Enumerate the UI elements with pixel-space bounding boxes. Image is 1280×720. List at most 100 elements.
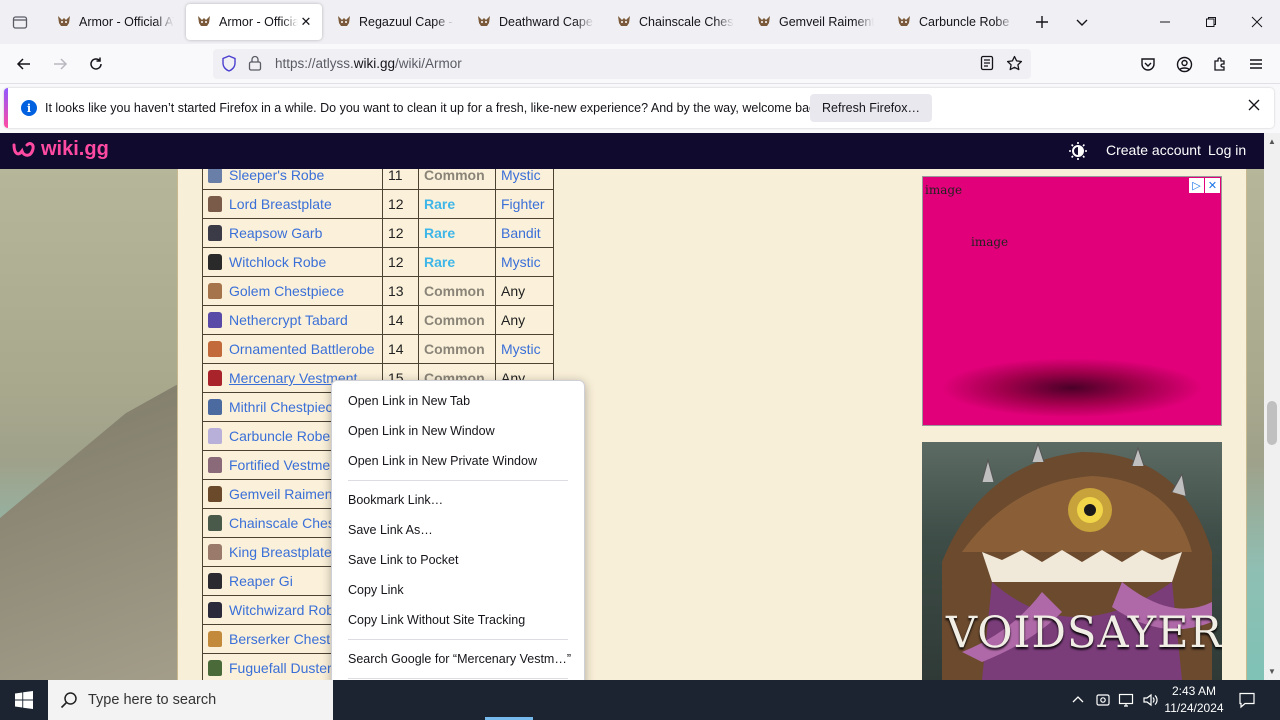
list-all-tabs-icon[interactable] [6, 8, 34, 36]
pocket-icon[interactable] [1133, 50, 1163, 78]
item-link[interactable]: Witchlock Robe [229, 254, 326, 270]
log-in-link[interactable]: Log in [1208, 142, 1246, 158]
restore-icon[interactable] [1188, 0, 1234, 44]
chevron-down-icon[interactable] [1068, 8, 1096, 36]
new-tab-icon[interactable] [1028, 8, 1056, 36]
minimize-icon[interactable] [1142, 0, 1188, 44]
table-row: Nethercrypt Tabard 14 Common Any [202, 305, 554, 335]
atlyss-favicon-icon [478, 16, 490, 26]
address-bar[interactable]: https://atlyss.wiki.gg/wiki/Armor [213, 49, 1031, 79]
item-link[interactable]: Reaper Gi [229, 573, 293, 589]
scrollbar-thumb[interactable] [1267, 401, 1277, 445]
vertical-scrollbar[interactable]: ▲ ▼ [1264, 133, 1280, 680]
close-notification-icon[interactable] [1248, 98, 1260, 114]
item-link[interactable]: Chainscale Chest [229, 515, 339, 531]
menu-separator [348, 639, 568, 640]
context-menu-item[interactable]: Open Link in New Tab [332, 386, 584, 416]
browser-tab[interactable]: Armor - Official ATLYSS Wiki [46, 4, 182, 40]
item-link[interactable]: Nethercrypt Tabard [229, 312, 348, 328]
meet-now-icon[interactable] [1093, 690, 1113, 710]
refresh-firefox-button[interactable]: Refresh Firefox… [810, 94, 932, 122]
close-tab-icon[interactable]: ✕ [298, 14, 314, 30]
bookmark-star-icon[interactable] [1006, 55, 1023, 75]
forward-arrow-icon[interactable] [45, 50, 75, 78]
item-link[interactable]: Gemveil Raiment [229, 486, 336, 502]
browser-tab[interactable]: Carbuncle Robe - Official ATLYSS Wiki [886, 4, 1022, 40]
item-link[interactable]: Mithril Chestpiece [229, 399, 340, 415]
wiki-gg-logo-icon [12, 141, 35, 157]
class-cell[interactable]: Mystic [495, 334, 554, 364]
system-clock[interactable]: 2:43 AM 11/24/2024 [1162, 683, 1226, 717]
chevron-up-icon[interactable] [1068, 690, 1088, 710]
tab-title: Armor - Official ATLYSS Wiki [219, 15, 298, 29]
item-link[interactable]: Sleeper's Robe [229, 167, 324, 183]
back-arrow-icon[interactable] [9, 50, 39, 78]
close-window-icon[interactable] [1234, 0, 1280, 44]
item-name-cell: Witchlock Robe [202, 247, 383, 277]
create-account-link[interactable]: Create account [1106, 142, 1201, 158]
item-link[interactable]: King Breastplate [229, 544, 332, 560]
link-context-menu: Open Link in New Tab Open Link in New Win… [331, 380, 585, 717]
taskbar-search-box[interactable]: Type here to search [48, 680, 333, 720]
volume-icon[interactable] [1140, 690, 1160, 710]
item-link[interactable]: Golem Chestpiece [229, 283, 344, 299]
rarity-cell: Rare [418, 247, 496, 277]
context-menu-item[interactable]: Save Link to Pocket [332, 545, 584, 575]
context-menu-item[interactable]: Open Link in New Private Window [332, 446, 584, 476]
scroll-down-arrow-icon[interactable]: ▼ [1268, 667, 1276, 676]
tracking-protection-shield-icon[interactable] [221, 55, 237, 75]
class-cell[interactable]: Mystic [495, 247, 554, 277]
armor-item-icon [208, 341, 222, 357]
notifications-icon[interactable] [1237, 690, 1257, 710]
context-menu-item[interactable]: Copy Link Without Site Tracking [332, 605, 584, 635]
close-ad-icon[interactable]: ✕ [1205, 178, 1220, 193]
level-cell: 14 [382, 334, 419, 364]
wiki-gg-logo[interactable]: wiki.gg [11, 138, 109, 161]
account-icon[interactable] [1169, 50, 1199, 78]
browser-tab[interactable]: Chainscale Chest - Official ATLYSS Wiki [606, 4, 742, 40]
theme-toggle-icon[interactable] [1068, 141, 1088, 161]
level-cell: 12 [382, 218, 419, 248]
item-name-cell: Reapsow Garb [202, 218, 383, 248]
armor-item-icon [208, 312, 222, 328]
network-icon[interactable] [1116, 690, 1136, 710]
menu-separator [348, 480, 568, 481]
item-link[interactable]: Berserker Chest [229, 631, 330, 647]
context-menu-item[interactable]: Open Link in New Window [332, 416, 584, 446]
atlyss-favicon-icon [338, 16, 350, 26]
windows-start-icon[interactable] [0, 680, 48, 720]
adchoices-icon[interactable]: ▷ [1189, 178, 1204, 193]
item-link[interactable]: Fuguefall Duster [229, 660, 332, 676]
item-link[interactable]: Fortified Vestment [229, 457, 342, 473]
tab-title: Carbuncle Robe - Official ATLYSS Wiki [919, 15, 1014, 29]
armor-item-icon [208, 457, 222, 473]
item-link[interactable]: Witchwizard Robe [229, 602, 342, 618]
lock-icon[interactable] [248, 55, 262, 74]
browser-tab[interactable]: Gemveil Raiment - Official ATLYSS Wiki [746, 4, 882, 40]
browser-tab[interactable]: Regazuul Cape - Official ATLYSS Wiki [326, 4, 462, 40]
context-menu-item[interactable]: Search Google for “Mercenary Vestm…” [332, 644, 584, 674]
url-prefix: https://atlyss. [275, 56, 354, 71]
reload-icon[interactable] [81, 50, 111, 78]
reader-view-icon[interactable] [979, 55, 995, 74]
item-link[interactable]: Lord Breastplate [229, 196, 332, 212]
extensions-icon[interactable] [1205, 50, 1235, 78]
item-link[interactable]: Carbuncle Robe [229, 428, 330, 444]
item-link[interactable]: Ornamented Battlerobe [229, 341, 375, 357]
advertisement-banner[interactable]: image image ▷ ✕ [922, 176, 1222, 426]
context-menu-item[interactable]: Copy Link [332, 575, 584, 605]
context-menu-item[interactable]: Save Link As… [332, 515, 584, 545]
class-cell[interactable]: Bandit [495, 218, 554, 248]
item-link[interactable]: Reapsow Garb [229, 225, 322, 241]
context-menu-item[interactable]: Bookmark Link… [332, 485, 584, 515]
scroll-up-arrow-icon[interactable]: ▲ [1268, 137, 1276, 146]
browser-tab[interactable]: Deathward Cape - Official ATLYSS Wiki [466, 4, 602, 40]
browser-tab[interactable]: Armor - Official ATLYSS Wiki✕ [186, 4, 322, 40]
class-cell[interactable]: Fighter [495, 189, 554, 219]
menu-hamburger-icon[interactable] [1241, 50, 1271, 78]
url-text[interactable]: https://atlyss.wiki.gg/wiki/Armor [275, 56, 462, 71]
rarity-cell: Common [418, 276, 496, 306]
game-advertisement[interactable]: VOIDSAYER [922, 442, 1222, 680]
table-row: Witchlock Robe 12 Rare Mystic [202, 247, 554, 277]
refresh-firefox-notification: i It looks like you haven’t started Fire… [4, 88, 1274, 128]
